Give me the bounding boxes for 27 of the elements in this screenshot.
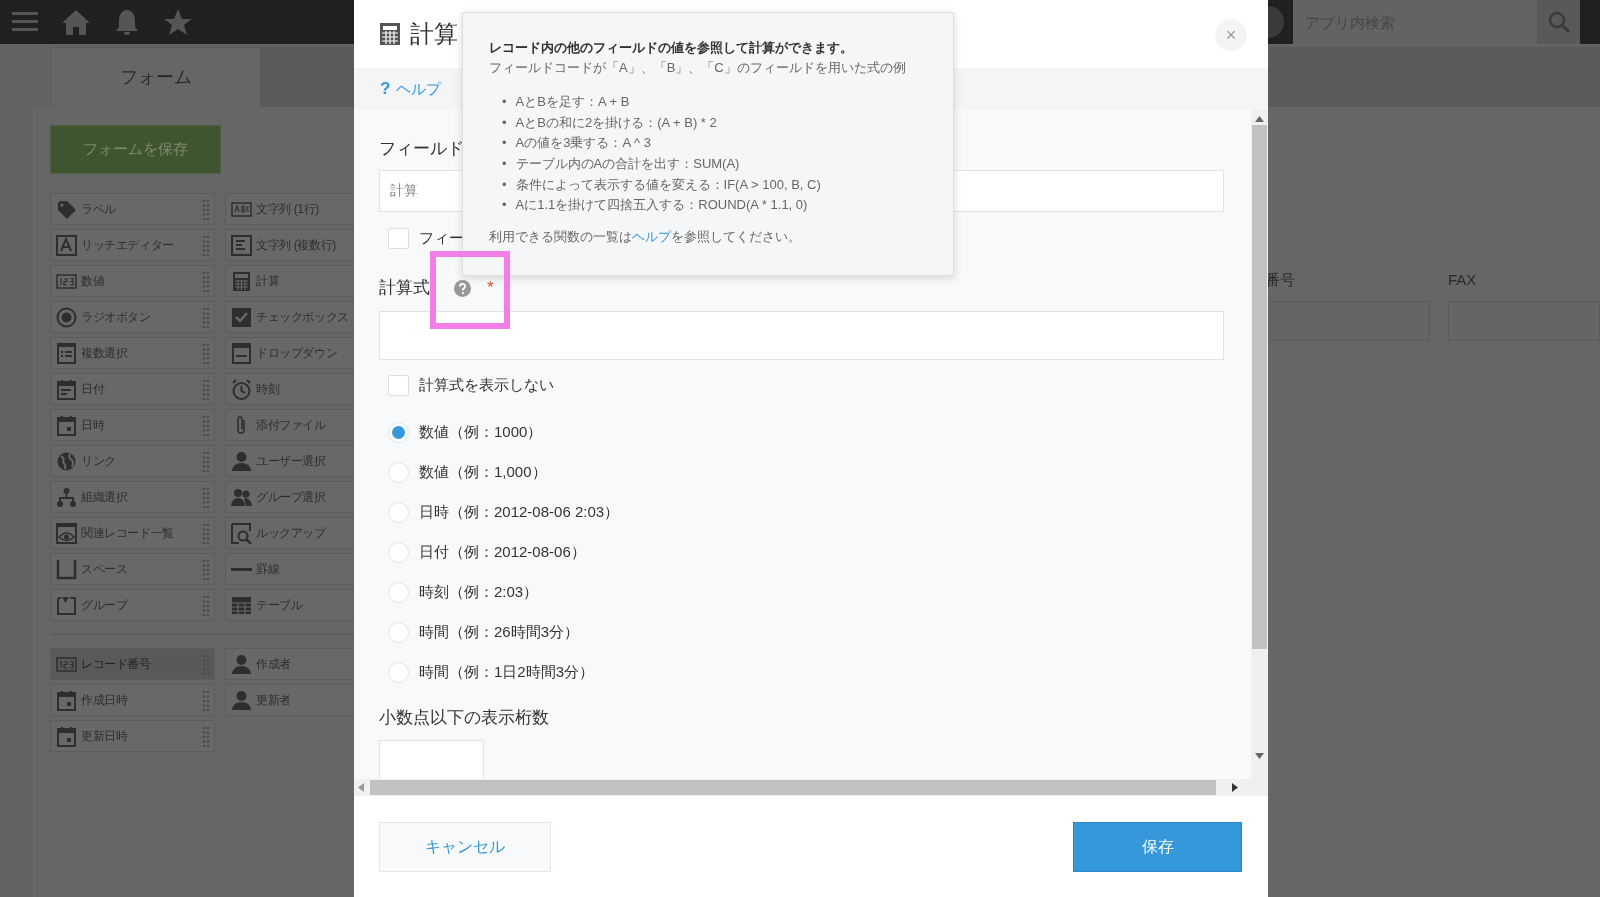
example-item: AとBを足す：A + B (515, 93, 630, 111)
radio-label: 数値（例：1,000） (419, 461, 547, 482)
bullet-mark: • (502, 196, 507, 215)
tooltip-subheading: フィールドコードが「A」、「B」、「C」のフィールドを用いた式の例 (489, 58, 907, 77)
example-item: Aの値を3乗する：A ^ 3 (515, 134, 651, 153)
example-item: AとBの和に2を掛ける：(A + B) * 2 (515, 113, 717, 132)
dialog-title: 計算 (410, 19, 458, 49)
radio-label: 数値（例：1000） (419, 421, 543, 442)
checkbox-label: 計算式を表示しない (419, 374, 554, 395)
bullet-mark: • (502, 93, 507, 111)
radio-label: 時間（例：26時間3分） (419, 621, 580, 642)
example-item: 条件によって表示する値を変える：IF(A > 100, B, C) (515, 175, 821, 194)
tooltip-heading: レコード内の他のフィールドの値を参照して計算ができます。 (489, 39, 854, 57)
radio-label: 日付（例：2012-08-06） (419, 541, 586, 562)
required-mark: * (487, 277, 494, 300)
field-label: FAX (1448, 270, 1478, 290)
field-label: フィールド (379, 138, 464, 160)
radio-label: 日時（例：2012-08-06 2:03） (419, 501, 620, 522)
tooltip-footer: 利用できる関数の一覧はヘルプを参照してください。 (489, 227, 933, 247)
radio-label: 時間（例：1日2時間3分） (419, 661, 595, 682)
bullet-mark: • (502, 113, 507, 132)
example-item: テーブル内のAの合計を出す：SUM(A) (515, 155, 740, 174)
radio-label: 時刻（例：2:03） (419, 581, 539, 602)
bullet-mark: • (502, 155, 507, 174)
bullet-mark: • (502, 134, 507, 153)
example-item: Aに1.1を掛けて四捨五入する：ROUND(A * 1.1, 0) (515, 196, 808, 215)
bullet-mark: • (502, 175, 507, 194)
